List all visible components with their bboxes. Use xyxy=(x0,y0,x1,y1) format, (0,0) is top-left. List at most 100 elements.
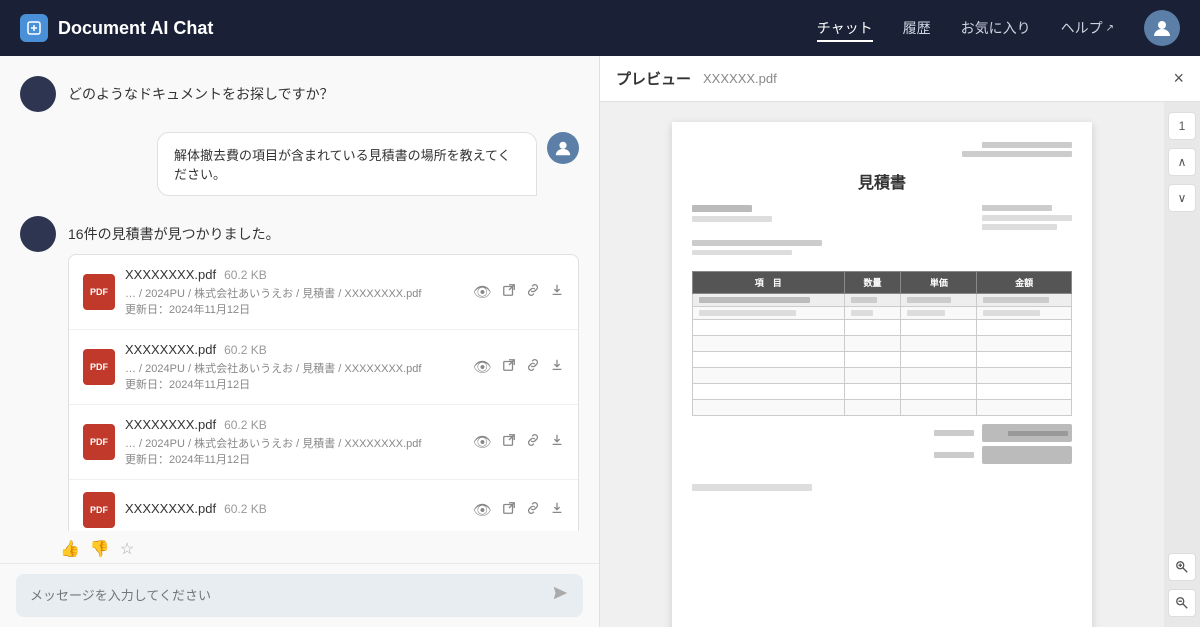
user-message-1: 解体撤去費の項目が含まれている見積書の場所を教えてください。 xyxy=(20,132,579,196)
file-path-2: … / 2024PU / 株式会社あいうえお / 見積書 / XXXXXXXX.… xyxy=(125,360,463,376)
file-path-1: … / 2024PU / 株式会社あいうえお / 見積書 / XXXXXXXX.… xyxy=(125,285,463,301)
doc-table: 項 目 数量 単価 金額 xyxy=(692,271,1072,416)
nav-history[interactable]: 履歴 xyxy=(903,14,931,42)
file-date-2: 更新日：2024年11月12日 xyxy=(125,376,463,392)
file-name-2: XXXXXXXX.pdf xyxy=(125,342,216,357)
chat-panel: どのようなドキュメントをお探しですか？ 解体撤去費の項目が含まれている見積書の場… xyxy=(0,56,600,627)
file-item-4: PDF XXXXXXXX.pdf 60.2 KB 👁 xyxy=(69,480,578,531)
preview-sidebar: 1 ∧ ∨ xyxy=(1164,102,1200,627)
file-size-1: 60.2 KB xyxy=(224,268,267,282)
page-num-text: 1 xyxy=(1179,119,1186,133)
file-name-1: XXXXXXXX.pdf xyxy=(125,267,216,282)
result-header-text: 16件の見積書が見つかりました。 xyxy=(68,216,579,244)
table-row-3 xyxy=(693,320,1072,336)
file-item-3: PDF XXXXXXXX.pdf 60.2 KB … / 2024PU / 株式… xyxy=(69,405,578,480)
table-row-8 xyxy=(693,400,1072,416)
file-info-1: XXXXXXXX.pdf 60.2 KB … / 2024PU / 株式会社あい… xyxy=(125,267,463,317)
file-item-2: PDF XXXXXXXX.pdf 60.2 KB … / 2024PU / 株式… xyxy=(69,330,578,405)
bot-result-avatar xyxy=(20,216,56,252)
eye-icon-4[interactable]: 👁 xyxy=(473,501,492,519)
download-icon-3[interactable] xyxy=(550,433,564,451)
pdf-icon-4: PDF xyxy=(83,492,115,528)
pdf-icon-2: PDF xyxy=(83,349,115,385)
thumbs-down-icon[interactable]: 👎 xyxy=(90,539,110,559)
download-icon-4[interactable] xyxy=(550,501,564,519)
zoom-in-button[interactable] xyxy=(1168,553,1196,581)
nav-favorites[interactable]: お気に入り xyxy=(961,14,1031,42)
eye-icon-3[interactable]: 👁 xyxy=(473,433,492,451)
table-row-5 xyxy=(693,352,1072,368)
chat-messages: どのようなドキュメントをお探しですか？ 解体撤去費の項目が含まれている見積書の場… xyxy=(0,56,599,531)
file-name-row-1: XXXXXXXX.pdf 60.2 KB xyxy=(125,267,463,282)
file-actions-4: 👁 xyxy=(473,501,564,519)
open-icon-3[interactable] xyxy=(502,433,516,451)
result-message: 16件の見積書が見つかりました。 PDF XXXXXXXX.pdf 60.2 K… xyxy=(20,216,579,531)
table-row-1 xyxy=(693,294,1072,307)
preview-content: 見積書 xyxy=(600,102,1200,627)
eye-icon-2[interactable]: 👁 xyxy=(473,358,492,376)
pdf-icon-1: PDF xyxy=(83,274,115,310)
file-size-2: 60.2 KB xyxy=(224,343,267,357)
thumbs-up-icon[interactable]: 👍 xyxy=(60,539,80,559)
table-header-price: 単価 xyxy=(901,272,977,294)
download-icon-1[interactable] xyxy=(550,283,564,301)
file-actions-2: 👁 xyxy=(473,358,564,376)
send-button[interactable] xyxy=(551,584,569,607)
file-item-1: PDF XXXXXXXX.pdf 60.2 KB … / 2024PU / 株式… xyxy=(69,255,578,330)
scroll-up-button[interactable]: ∧ xyxy=(1168,148,1196,176)
bot-message-1: どのようなドキュメントをお探しですか？ xyxy=(20,76,579,112)
header-left: Document AI Chat xyxy=(20,14,213,42)
main-content: どのようなドキュメントをお探しですか？ 解体撤去費の項目が含まれている見積書の場… xyxy=(0,56,1200,627)
main-nav: チャット 履歴 お気に入り ヘルプ ↗ xyxy=(817,10,1180,46)
file-size-3: 60.2 KB xyxy=(224,418,267,432)
link-icon-4[interactable] xyxy=(526,501,540,519)
preview-close-button[interactable]: × xyxy=(1173,68,1184,89)
doc-title: 見積書 xyxy=(692,169,1072,193)
nav-chat[interactable]: チャット xyxy=(817,14,873,42)
preview-filename: XXXXXX.pdf xyxy=(703,71,777,86)
file-name-row-4: XXXXXXXX.pdf 60.2 KB xyxy=(125,501,463,516)
file-info-4: XXXXXXXX.pdf 60.2 KB xyxy=(125,501,463,519)
scroll-down-button[interactable]: ∨ xyxy=(1168,184,1196,212)
table-row-2 xyxy=(693,307,1072,320)
zoom-out-button[interactable] xyxy=(1168,589,1196,617)
open-icon-2[interactable] xyxy=(502,358,516,376)
chat-input[interactable] xyxy=(30,588,551,603)
open-icon-1[interactable] xyxy=(502,283,516,301)
file-name-row-2: XXXXXXXX.pdf 60.2 KB xyxy=(125,342,463,357)
file-actions-3: 👁 xyxy=(473,433,564,451)
document-page: 見積書 xyxy=(672,122,1092,627)
eye-icon-1[interactable]: 👁 xyxy=(473,283,492,301)
chat-input-area xyxy=(0,563,599,627)
file-date-1: 更新日：2024年11月12日 xyxy=(125,301,463,317)
file-name-3: XXXXXXXX.pdf xyxy=(125,417,216,432)
file-list: PDF XXXXXXXX.pdf 60.2 KB … / 2024PU / 株式… xyxy=(68,254,579,531)
file-size-4: 60.2 KB xyxy=(224,502,267,516)
file-date-3: 更新日：2024年11月12日 xyxy=(125,451,463,467)
link-icon-1[interactable] xyxy=(526,283,540,301)
preview-header: プレビュー XXXXXX.pdf × xyxy=(600,56,1200,102)
star-icon[interactable]: ☆ xyxy=(120,539,134,559)
file-name-4: XXXXXXXX.pdf xyxy=(125,501,216,516)
nav-help[interactable]: ヘルプ ↗ xyxy=(1061,14,1114,42)
chat-input-wrapper xyxy=(16,574,583,617)
link-icon-2[interactable] xyxy=(526,358,540,376)
table-row-4 xyxy=(693,336,1072,352)
user-avatar[interactable] xyxy=(1144,10,1180,46)
open-icon-4[interactable] xyxy=(502,501,516,519)
file-info-3: XXXXXXXX.pdf 60.2 KB … / 2024PU / 株式会社あい… xyxy=(125,417,463,467)
file-actions-1: 👁 xyxy=(473,283,564,301)
preview-title: プレビュー xyxy=(616,68,691,89)
file-info-2: XXXXXXXX.pdf 60.2 KB … / 2024PU / 株式会社あい… xyxy=(125,342,463,392)
download-icon-2[interactable] xyxy=(550,358,564,376)
link-icon-3[interactable] xyxy=(526,433,540,451)
table-row-7 xyxy=(693,384,1072,400)
pdf-icon-3: PDF xyxy=(83,424,115,460)
external-link-icon: ↗ xyxy=(1106,23,1114,34)
table-header-qty: 数量 xyxy=(844,272,901,294)
app-logo xyxy=(20,14,48,42)
bot-avatar xyxy=(20,76,56,112)
table-header-item: 項 目 xyxy=(693,272,845,294)
table-header-total: 金額 xyxy=(977,272,1072,294)
file-name-row-3: XXXXXXXX.pdf 60.2 KB xyxy=(125,417,463,432)
